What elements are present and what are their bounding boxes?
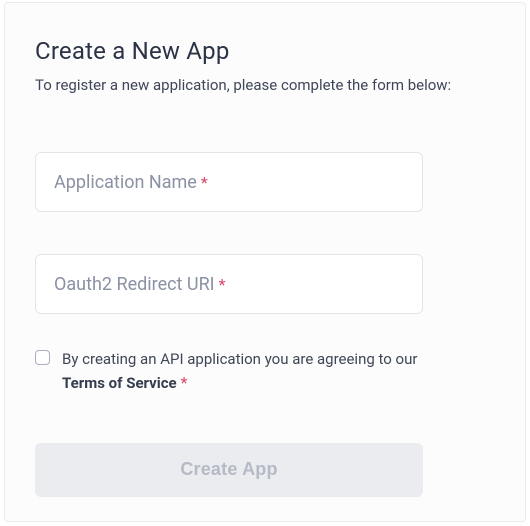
required-asterisk-icon: * [219,275,226,294]
application-name-input[interactable]: Application Name * [35,152,423,212]
redirect-uri-input[interactable]: Oauth2 Redirect URI * [35,254,423,314]
agree-checkbox[interactable] [35,350,50,365]
page-subtitle: To register a new application, please co… [35,75,495,96]
agree-text-prefix: By creating an API application you are a… [62,350,417,368]
page-title: Create a New App [35,37,495,65]
redirect-uri-placeholder: Oauth2 Redirect URI [54,274,215,295]
create-app-button[interactable]: Create App [35,443,423,497]
required-asterisk-icon: * [181,373,188,392]
agree-row: By creating an API application you are a… [35,348,445,395]
application-name-field-wrap: Application Name * [35,152,495,212]
create-app-card: Create a New App To register a new appli… [4,2,526,522]
agree-text: By creating an API application you are a… [62,348,445,395]
redirect-uri-field-wrap: Oauth2 Redirect URI * [35,254,495,314]
terms-of-service-link[interactable]: Terms of Service [62,374,177,392]
required-asterisk-icon: * [201,173,208,192]
application-name-placeholder: Application Name [54,172,197,193]
